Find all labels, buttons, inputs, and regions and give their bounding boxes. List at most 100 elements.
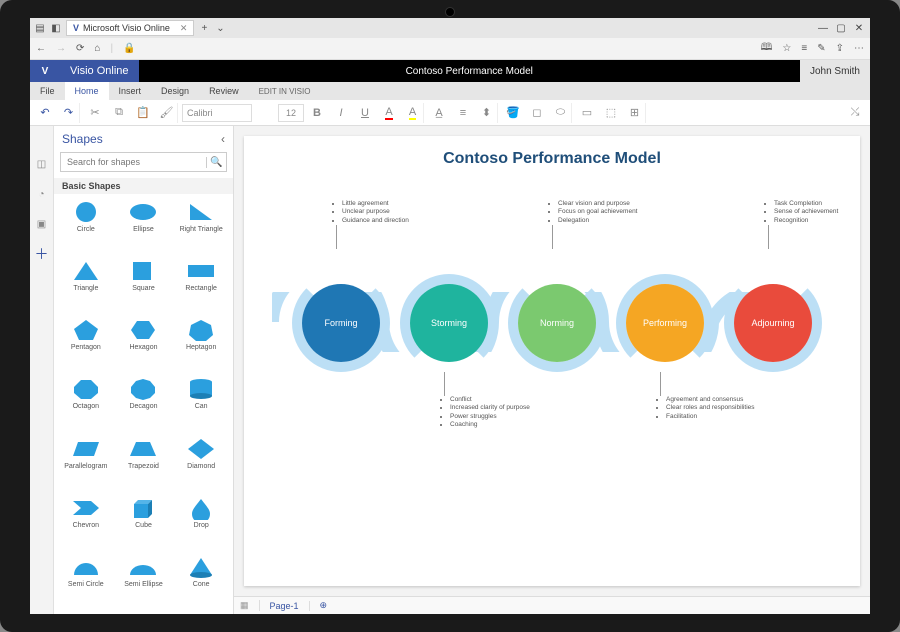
- shape-item[interactable]: Pentagon: [58, 316, 114, 373]
- connector-button[interactable]: ⤯: [844, 103, 866, 123]
- format-painter-button[interactable]: 🖌: [156, 103, 178, 123]
- undo-button[interactable]: ↶: [34, 103, 56, 123]
- collapse-panel-icon[interactable]: ‹: [221, 132, 225, 146]
- tab-actions-icon[interactable]: ⌄: [214, 22, 226, 34]
- shape-item[interactable]: Heptagon: [173, 316, 229, 373]
- search-icon[interactable]: 🔍: [206, 157, 226, 168]
- outline-button[interactable]: ◻: [526, 103, 548, 123]
- shape-item[interactable]: Circle: [58, 198, 114, 255]
- shape-item[interactable]: Octagon: [58, 375, 114, 432]
- redo-button[interactable]: ↷: [58, 103, 80, 123]
- effects-button[interactable]: ⬭: [550, 103, 572, 123]
- share-icon[interactable]: ⇪: [836, 43, 844, 54]
- font-size-select[interactable]: 12: [278, 104, 304, 122]
- window-minimize-button[interactable]: —: [816, 23, 830, 34]
- shape-styles-button[interactable]: ▭: [576, 103, 598, 123]
- shape-item[interactable]: Can: [173, 375, 229, 432]
- shape-preview-icon: [128, 555, 158, 579]
- add-page-button[interactable]: ⊕: [320, 600, 328, 611]
- favorite-icon[interactable]: ☆: [782, 43, 791, 54]
- edit-in-visio-button[interactable]: EDIT IN VISIO: [259, 87, 311, 96]
- shape-item[interactable]: Square: [116, 257, 172, 314]
- share-panel-icon[interactable]: ◧: [50, 22, 62, 34]
- browser-tab[interactable]: V Microsoft Visio Online ✕: [66, 20, 194, 36]
- shape-item[interactable]: Rectangle: [173, 257, 229, 314]
- align-left-button[interactable]: ≡: [452, 103, 474, 123]
- new-tab-button[interactable]: +: [198, 22, 210, 34]
- shape-item[interactable]: Parallelogram: [58, 435, 114, 492]
- all-pages-icon[interactable]: ▦: [240, 600, 260, 611]
- tab-insert[interactable]: Insert: [109, 82, 152, 100]
- stage-circle[interactable]: Norming: [518, 284, 596, 362]
- document-title: Contoso Performance Model: [139, 66, 800, 77]
- shape-item[interactable]: Cone: [173, 553, 229, 610]
- tab-close-icon[interactable]: ✕: [180, 23, 188, 34]
- arrange-button[interactable]: ⬚: [600, 103, 622, 123]
- shapes-search-input[interactable]: [61, 157, 206, 167]
- reading-view-icon[interactable]: 🕮: [761, 40, 773, 57]
- shape-preview-icon: [71, 200, 101, 224]
- notes-icon[interactable]: ✎: [817, 43, 825, 54]
- user-name[interactable]: John Smith: [800, 60, 870, 82]
- shape-item[interactable]: Diamond: [173, 435, 229, 492]
- italic-button[interactable]: I: [330, 103, 352, 123]
- font-color-button[interactable]: A: [378, 103, 400, 123]
- stencil-flow-icon[interactable]: ▣: [34, 216, 50, 232]
- tab-file[interactable]: File: [30, 82, 65, 100]
- shapes-title: Shapes: [62, 132, 103, 146]
- shapes-search[interactable]: 🔍: [60, 152, 227, 172]
- lock-icon: 🔒: [123, 43, 135, 54]
- stage-circle[interactable]: Storming: [410, 284, 488, 362]
- shape-item[interactable]: Triangle: [58, 257, 114, 314]
- shape-item[interactable]: Semi Circle: [58, 553, 114, 610]
- shape-item[interactable]: Drop: [173, 494, 229, 551]
- stencil-basic-icon[interactable]: ◔: [34, 186, 50, 202]
- shape-item[interactable]: Cube: [116, 494, 172, 551]
- shape-item[interactable]: Semi Ellipse: [116, 553, 172, 610]
- underline-button[interactable]: U: [354, 103, 376, 123]
- tab-design[interactable]: Design: [151, 82, 199, 100]
- fill-button[interactable]: 🪣: [502, 103, 524, 123]
- app-title-bar: V Visio Online Contoso Performance Model…: [30, 60, 870, 82]
- shape-item[interactable]: Right Triangle: [173, 198, 229, 255]
- highlight-button[interactable]: A: [402, 103, 424, 123]
- canvas[interactable]: Contoso Performance Model FormingStormin…: [234, 126, 870, 596]
- shape-label: Chevron: [73, 522, 99, 529]
- more-icon[interactable]: ⋯: [854, 43, 864, 54]
- browser-toolbar: ← → ⟳ ⌂ | 🔒 🕮 ☆ ≡ ✎ ⇪ ⋯: [30, 38, 870, 60]
- add-stencil-button[interactable]: ＋: [34, 246, 50, 262]
- bold-button[interactable]: B: [306, 103, 328, 123]
- cut-button[interactable]: ✂: [84, 103, 106, 123]
- forward-icon[interactable]: →: [56, 43, 66, 54]
- home-icon[interactable]: ⌂: [94, 43, 100, 54]
- copy-button[interactable]: ⧉: [108, 103, 130, 123]
- font-select[interactable]: Calibri: [182, 104, 252, 122]
- tab-home[interactable]: Home: [65, 82, 109, 100]
- position-button[interactable]: ⊞: [624, 103, 646, 123]
- stage-circle[interactable]: Adjourning: [734, 284, 812, 362]
- back-icon[interactable]: ←: [36, 43, 46, 54]
- tab-review[interactable]: Review: [199, 82, 249, 100]
- shape-item[interactable]: Chevron: [58, 494, 114, 551]
- stage-circle[interactable]: Forming: [302, 284, 380, 362]
- align-vert-button[interactable]: ⬍: [476, 103, 498, 123]
- page-tab-1[interactable]: Page-1: [270, 601, 310, 611]
- shape-item[interactable]: Trapezoid: [116, 435, 172, 492]
- shape-item[interactable]: Decagon: [116, 375, 172, 432]
- refresh-icon[interactable]: ⟳: [76, 43, 84, 54]
- window-maximize-button[interactable]: ▢: [834, 23, 848, 34]
- diagram: Forming Storming Norming Performing Adjourni…: [262, 182, 842, 482]
- shape-item[interactable]: Hexagon: [116, 316, 172, 373]
- stage-circle[interactable]: Performing: [626, 284, 704, 362]
- window-close-button[interactable]: ✕: [852, 23, 866, 34]
- paste-button[interactable]: 📋: [132, 103, 154, 123]
- hub-icon[interactable]: ▤: [34, 22, 46, 34]
- page[interactable]: Contoso Performance Model FormingStormin…: [244, 136, 860, 586]
- stencil-shapes-icon[interactable]: ◫: [34, 156, 50, 172]
- shape-item[interactable]: Ellipse: [116, 198, 172, 255]
- menu-lines-icon[interactable]: ≡: [801, 43, 807, 54]
- shape-label: Right Triangle: [180, 226, 223, 233]
- visio-logo-icon[interactable]: V: [30, 60, 60, 82]
- tab-title: Microsoft Visio Online: [83, 23, 170, 33]
- text-box-button[interactable]: A̲: [428, 103, 450, 123]
